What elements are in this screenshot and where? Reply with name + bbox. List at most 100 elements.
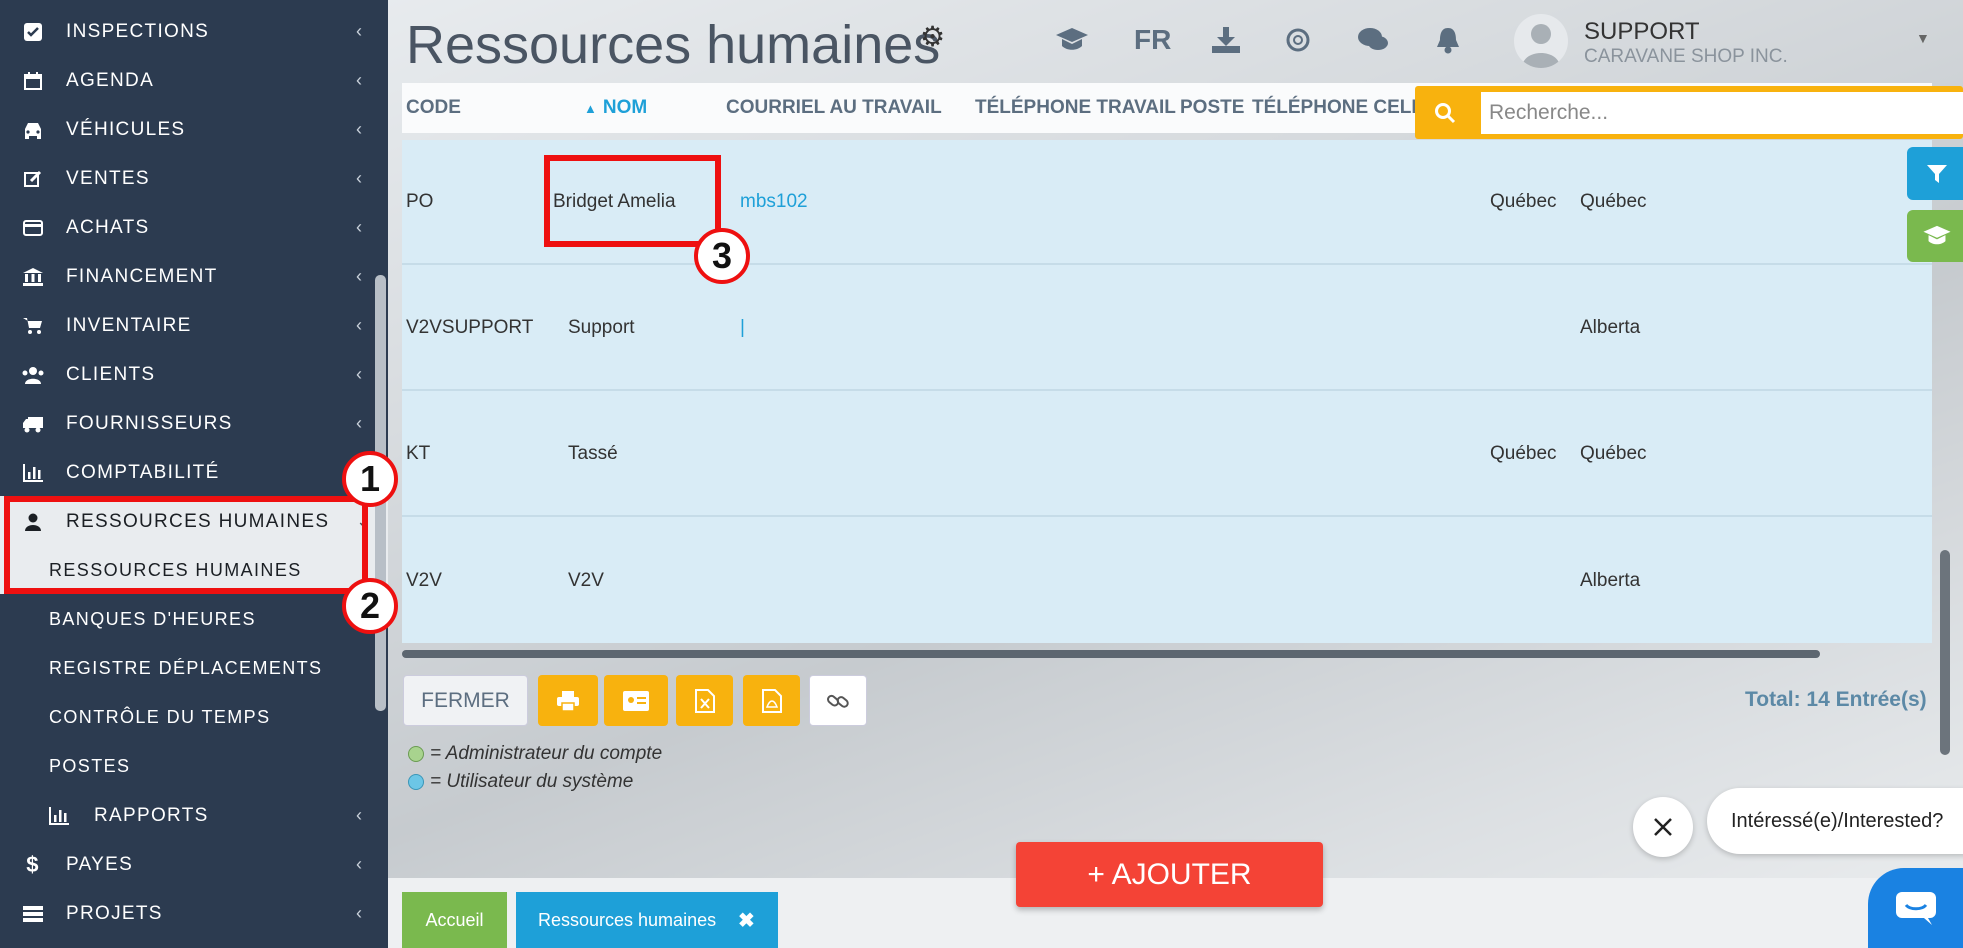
credit-card-icon <box>22 217 44 239</box>
sidebar: INSPECTIONS ‹ AGENDA ‹ VÉHICULES ‹ VENTE… <box>0 0 388 948</box>
cell-nom[interactable]: V2V <box>568 570 604 592</box>
page-title: Ressources humaines <box>406 15 941 75</box>
chat-prompt[interactable]: Intéressé(e)/Interested? <box>1707 788 1963 854</box>
pdf-file-icon[interactable] <box>743 675 800 726</box>
sidebar-item-financement[interactable]: FINANCEMENT ‹ <box>0 252 388 301</box>
sidebar-item-label: PROJETS <box>66 902 163 924</box>
close-tab-icon[interactable]: ✖ <box>738 908 755 933</box>
chevron-left-icon: ‹ <box>356 21 364 41</box>
settings-icon[interactable] <box>1278 20 1318 60</box>
id-card-icon[interactable] <box>604 675 668 726</box>
table-row[interactable]: V2VSUPPORT Support | Alberta <box>402 266 1932 391</box>
sidebar-item-vehicules[interactable]: VÉHICULES ‹ <box>0 105 388 154</box>
cell-city: Québec <box>1490 190 1557 212</box>
graduation-cap-icon[interactable] <box>1907 210 1963 262</box>
sidebar-item-inventaire[interactable]: INVENTAIRE ‹ <box>0 301 388 350</box>
excel-file-icon[interactable] <box>676 675 733 726</box>
column-header-poste[interactable]: POSTE <box>1180 97 1244 119</box>
column-header-code[interactable]: CODE <box>406 97 461 119</box>
sidebar-item-rapports[interactable]: RAPPORTS ‹ <box>0 791 388 840</box>
chevron-left-icon: ‹ <box>356 364 364 384</box>
annotation-marker-2: 2 <box>342 578 398 634</box>
column-header-telephone-travail[interactable]: TÉLÉPHONE TRAVAIL <box>975 97 1176 119</box>
legend-user: = Utilisateur du système <box>408 771 633 793</box>
chat-icon[interactable] <box>1353 20 1393 60</box>
user-dot-icon <box>408 774 424 790</box>
link-icon[interactable] <box>809 675 867 726</box>
chevron-left-icon: ‹ <box>356 903 364 923</box>
tab-accueil[interactable]: Accueil <box>402 892 507 948</box>
vertical-scrollbar[interactable] <box>1940 550 1950 755</box>
avatar[interactable] <box>1514 14 1568 68</box>
table-row[interactable]: V2V V2V Alberta <box>402 518 1932 643</box>
cell-province: Québec <box>1580 190 1647 212</box>
column-header-telephone-cell[interactable]: TÉLÉPHONE CELL <box>1252 97 1423 119</box>
chat-launcher-icon[interactable] <box>1868 868 1963 948</box>
chevron-left-icon: ‹ <box>356 805 364 825</box>
sidebar-item-label: PAYES <box>66 853 134 875</box>
sidebar-item-label: VÉHICULES <box>66 118 186 140</box>
add-button[interactable]: + AJOUTER <box>1016 842 1323 907</box>
cell-city: Québec <box>1490 442 1557 464</box>
sidebar-item-agenda[interactable]: AGENDA ‹ <box>0 56 388 105</box>
cell-nom[interactable]: Support <box>568 317 635 339</box>
cell-code: PO <box>406 190 434 212</box>
car-icon <box>22 119 44 141</box>
language-selector[interactable]: FR <box>1134 24 1171 56</box>
sidebar-subitem-controle-temps[interactable]: CONTRÔLE DU TEMPS <box>0 693 388 742</box>
graduation-cap-icon[interactable] <box>1052 20 1092 60</box>
bank-icon <box>22 266 44 288</box>
sidebar-subitem-label: REGISTRE DÉPLACEMENTS <box>49 658 323 678</box>
tab-ressources-humaines[interactable]: Ressources humaines ✖ <box>516 892 778 948</box>
sidebar-item-ventes[interactable]: VENTES ‹ <box>0 154 388 203</box>
sidebar-subitem-registre-deplacements[interactable]: REGISTRE DÉPLACEMENTS <box>0 644 388 693</box>
annotation-highlight-box <box>4 496 368 594</box>
chevron-left-icon: ‹ <box>356 119 364 139</box>
cell-nom[interactable]: Tassé <box>568 443 618 465</box>
sidebar-item-label: RAPPORTS <box>94 804 209 826</box>
column-header-nom[interactable]: ▲ NOM <box>584 97 647 119</box>
sidebar-item-label: VENTES <box>66 167 150 189</box>
search-icon[interactable] <box>1415 86 1475 139</box>
sidebar-item-label: INVENTAIRE <box>66 314 192 336</box>
download-icon[interactable] <box>1206 20 1246 60</box>
cell-email[interactable]: mbs102 <box>740 191 808 213</box>
sidebar-item-label: INSPECTIONS <box>66 20 210 42</box>
chevron-left-icon: ‹ <box>356 168 364 188</box>
annotation-marker-3: 3 <box>694 228 750 284</box>
bell-icon[interactable] <box>1428 20 1468 60</box>
legend-user-text: = Utilisateur du système <box>430 771 634 792</box>
sidebar-item-projets[interactable]: PROJETS ‹ <box>0 889 388 938</box>
horizontal-scrollbar[interactable] <box>402 650 1820 658</box>
filter-icon[interactable] <box>1907 147 1963 200</box>
sidebar-item-clients[interactable]: CLIENTS ‹ <box>0 350 388 399</box>
sidebar-item-payes[interactable]: $ PAYES ‹ <box>0 840 388 889</box>
sidebar-subitem-banques-heures[interactable]: BANQUES D'HEURES <box>0 595 388 644</box>
cell-province: Québec <box>1580 442 1647 464</box>
sidebar-item-label: CLIENTS <box>66 363 156 385</box>
sidebar-subitem-postes[interactable]: POSTES <box>0 742 388 791</box>
close-button[interactable]: FERMER <box>403 675 528 726</box>
caret-down-icon[interactable]: ▼ <box>1916 30 1930 46</box>
close-icon[interactable] <box>1633 797 1693 857</box>
sidebar-item-achats[interactable]: ACHATS ‹ <box>0 203 388 252</box>
table-row[interactable]: KT Tassé Québec Québec <box>402 392 1932 517</box>
sidebar-item-comptabilite[interactable]: COMPTABILITÉ <box>0 448 388 497</box>
edit-icon <box>22 168 44 190</box>
chevron-left-icon: ‹ <box>356 413 364 433</box>
user-name[interactable]: SUPPORT <box>1584 18 1700 46</box>
print-icon[interactable] <box>538 675 598 726</box>
sidebar-item-label: FINANCEMENT <box>66 265 218 287</box>
sort-asc-icon: ▲ <box>584 101 597 116</box>
column-header-courriel[interactable]: COURRIEL AU TRAVAIL <box>726 97 942 119</box>
calendar-icon <box>22 70 44 92</box>
sidebar-item-inspections[interactable]: INSPECTIONS ‹ <box>0 7 388 56</box>
cell-email[interactable]: | <box>740 317 745 339</box>
sidebar-item-fournisseurs[interactable]: FOURNISSEURS ‹ <box>0 399 388 448</box>
cell-province: Alberta <box>1580 316 1641 338</box>
gear-icon[interactable]: ⚙ <box>920 20 945 53</box>
dollar-icon: $ <box>26 851 40 877</box>
sidebar-item-label: AGENDA <box>66 69 155 91</box>
annotation-highlight-box <box>544 155 721 247</box>
search-input[interactable] <box>1481 92 1963 134</box>
